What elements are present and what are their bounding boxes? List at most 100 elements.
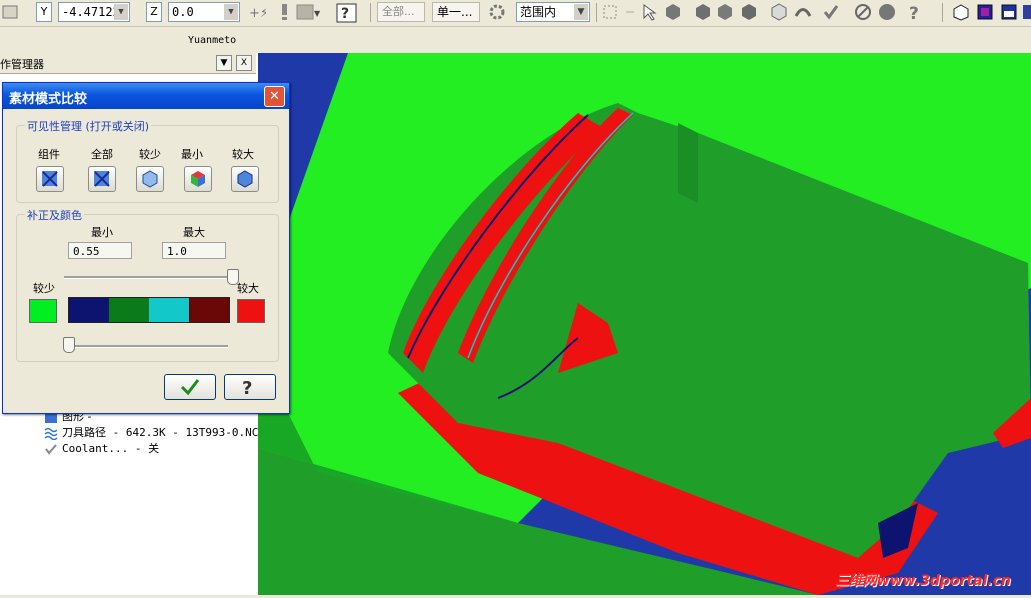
watermark-text: 三维网www.3dportal.cn [834,573,1011,589]
less-label: 较少 [33,282,55,295]
svg-text:+⚡: +⚡ [249,6,266,21]
selection-single-button[interactable]: 单一... [432,2,480,22]
solid-edge-icon[interactable] [716,3,734,21]
dialog-titlebar[interactable]: 素材模式比较 ✕ [3,83,289,109]
title-strip: Yuanmeto [0,27,1031,53]
visibility-group: 可见性管理 (打开或关闭) 组件 全部 较少 最小 较大 [16,118,279,203]
autocursor-dropdown-icon[interactable]: ▼ [296,3,322,21]
visibility-label-more: 较大 [232,148,254,161]
question-mark-icon: ? [242,378,252,399]
svg-text:?: ? [341,6,349,22]
check-filter-icon[interactable] [822,3,840,21]
min-tolerance-field[interactable]: 0.55 [68,242,132,259]
z-coordinate-input[interactable]: 0.0 ▼ [168,2,240,22]
lower-slider-thumb[interactable] [63,337,75,353]
solid-face-icon[interactable] [664,3,682,21]
coolant-check-icon [44,442,58,456]
toolbar-separator [596,3,597,22]
panel-close-button[interactable]: X [236,55,252,71]
stock-comparison-render [258,53,1031,595]
selection-gear-icon[interactable] [488,3,506,21]
top-view-icon[interactable] [1000,3,1018,21]
ok-button[interactable] [164,374,216,400]
color-band[interactable] [109,298,149,322]
min-visibility-button[interactable] [184,166,212,192]
y-axis-label: Y [40,5,48,18]
visibility-label-all: 全部 [91,148,113,161]
svg-text:?: ? [242,378,252,399]
tolerance-color-group: 补正及颜色 最小 最大 0.55 1.0 较少 较大 [16,207,279,362]
stock-compare-dialog: 素材模式比较 ✕ 可见性管理 (打开或关闭) 组件 全部 较少 最小 较大 补正… [2,82,290,414]
upper-slider-track [64,276,232,279]
help-mark-icon[interactable]: ? [906,3,924,24]
less-visibility-button[interactable] [136,166,164,192]
filter-all-button[interactable]: 全部... [377,2,425,22]
verify-sphere-icon[interactable] [878,3,896,21]
svg-text:?: ? [909,4,919,21]
graphics-viewport[interactable]: 三维网www.3dportal.cn [258,53,1031,595]
chevron-down-icon[interactable]: ▼ [224,4,238,20]
exclamation-icon[interactable] [276,3,294,21]
window-select-icon[interactable] [602,3,620,21]
iso-view-icon[interactable] [952,3,970,21]
side-view-icon[interactable] [1022,3,1031,21]
toolpath-wave-icon [44,426,58,441]
visibility-group-title: 可见性管理 (打开或关闭) [25,118,152,134]
color-band[interactable] [149,298,189,322]
more-label: 较大 [237,282,259,295]
tree-item-toolpath[interactable]: 刀具路径 - 642.3K - 13T993-0.NC [44,424,258,441]
max-tolerance-field[interactable]: 1.0 [162,242,226,259]
y-coordinate-input[interactable]: -4.47122 ▼ [58,2,130,22]
y-coordinate-value: -4.47122 [62,5,120,19]
more-color-swatch[interactable] [237,299,265,323]
filter-all-label: 全部... [382,5,415,18]
fast-point-icon[interactable]: +⚡ [248,3,269,21]
selection-single-label: 单一... [437,5,473,19]
min-label: 最小 [91,226,113,239]
less-visibility-icon [142,170,158,188]
solid-loop-icon[interactable] [770,3,788,21]
lower-slider-track [68,345,228,348]
curve-chain-icon[interactable] [794,3,812,21]
front-view-icon[interactable] [976,3,994,21]
checkmark-icon [180,379,200,396]
panel-menu-button[interactable]: ▼ [216,55,232,71]
component-visibility-button[interactable] [36,166,64,192]
min-visibility-icon [191,171,205,187]
help-icon[interactable]: ? [336,3,358,23]
less-color-swatch[interactable] [29,299,57,323]
no-selection-icon[interactable] [854,3,872,21]
visibility-label-component: 组件 [38,148,60,161]
pointer-arrow-icon[interactable] [640,3,658,21]
dialog-close-button[interactable]: ✕ [264,86,285,107]
visibility-label-min: 最小 [181,148,203,161]
solid-vertex-icon[interactable] [740,3,758,21]
top-toolbar: Y -4.47122 ▼ Z 0.0 ▼ +⚡ ▼ ? 全部... 单一... … [0,0,1031,27]
svg-text:▼: ▼ [314,9,321,18]
more-visibility-button[interactable] [231,166,259,192]
toolbar-separator [942,3,943,22]
help-button[interactable]: ? [224,374,276,400]
max-label: 最大 [183,226,205,239]
dash-icon [622,3,640,21]
color-band[interactable] [69,298,109,322]
color-band[interactable] [189,298,229,322]
min-tolerance-value: 0.55 [73,245,100,258]
window-title: Yuanmeto [188,35,237,46]
z-coordinate-value: 0.0 [172,5,194,19]
panel-title: 作管理器 [0,58,44,71]
z-axis-button[interactable]: Z [146,2,162,22]
tree-item-coolant[interactable]: Coolant... - 关 [44,440,159,456]
max-tolerance-value: 1.0 [167,245,187,258]
range-select[interactable]: 范围内 ▼ [516,2,590,22]
tolerance-group-title: 补正及颜色 [25,207,84,223]
y-axis-button[interactable]: Y [36,2,52,22]
toolbar-grip-icon [2,3,20,21]
all-visibility-icon [94,171,110,187]
chevron-down-icon[interactable]: ▼ [574,4,588,20]
solid-body-icon[interactable] [694,3,712,21]
all-visibility-button[interactable] [88,166,116,192]
toolbar-separator [370,3,371,22]
chevron-down-icon[interactable]: ▼ [114,4,128,20]
close-icon: ✕ [269,89,280,104]
